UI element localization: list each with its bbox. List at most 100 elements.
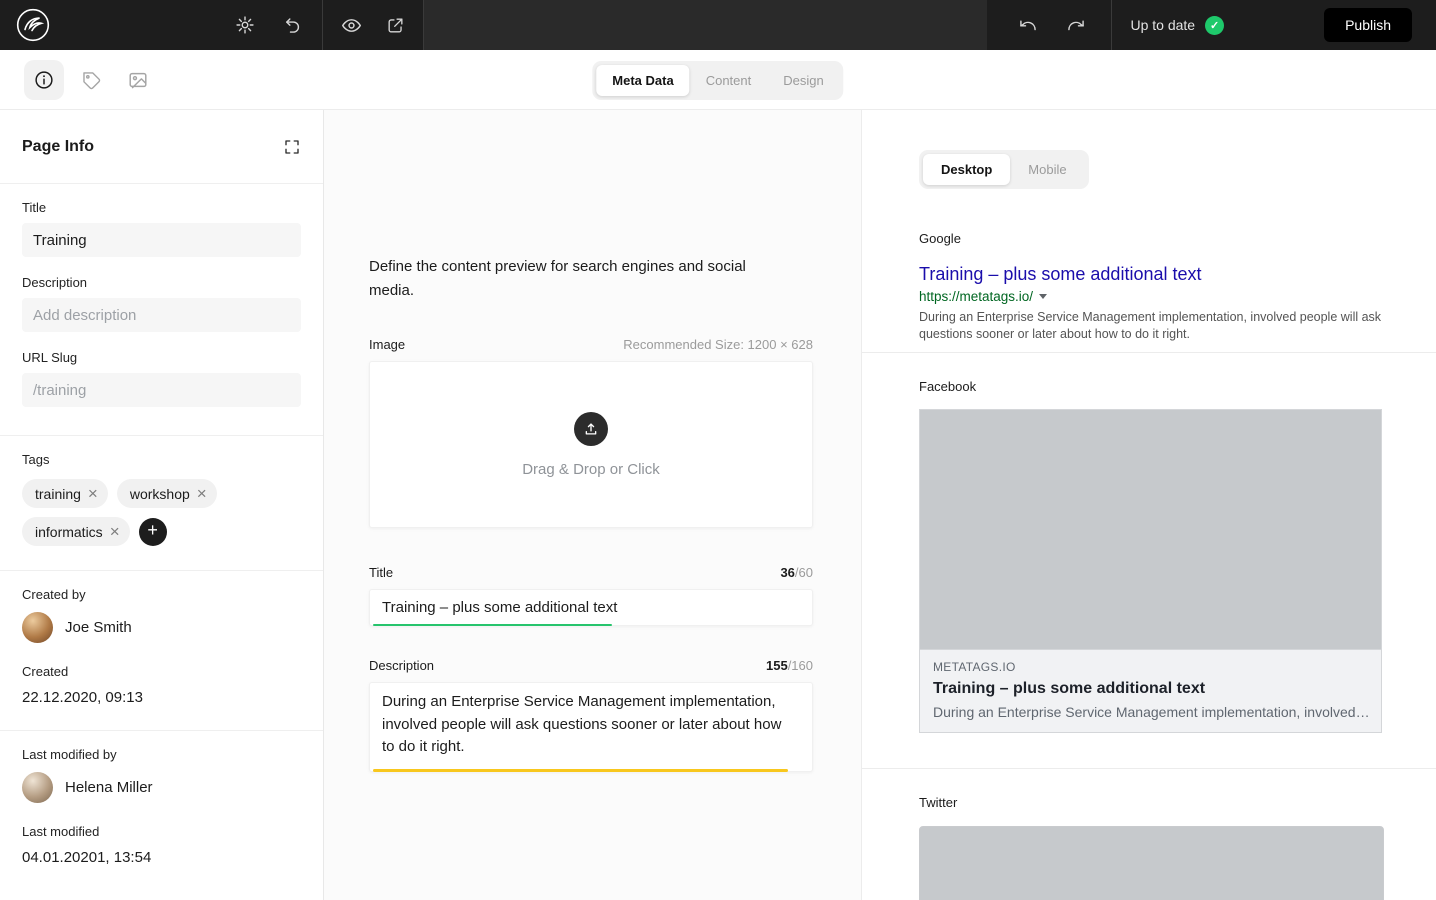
created-by-label: Created by xyxy=(22,587,301,602)
device-tab-desktop[interactable]: Desktop xyxy=(923,154,1010,185)
title-field-label: Title xyxy=(22,200,301,215)
twitter-preview-label: Twitter xyxy=(919,795,1436,810)
tab-meta-data[interactable]: Meta Data xyxy=(596,65,689,96)
tag-chip-label: informatics xyxy=(35,524,103,540)
description-progress-bar xyxy=(373,769,788,772)
page-title: Page Info xyxy=(22,138,94,156)
url-slug-label: URL Slug xyxy=(22,350,301,365)
url-slug-input[interactable] xyxy=(22,373,301,407)
description-char-limit: /160 xyxy=(788,658,813,673)
google-result-title[interactable]: Training – plus some additional text xyxy=(919,263,1436,285)
title-field-header: Title 36/60 xyxy=(369,565,813,580)
avatar xyxy=(22,612,53,643)
tag-chip-label: training xyxy=(35,486,81,502)
remove-tag-icon[interactable]: × xyxy=(197,485,207,502)
remove-tag-icon[interactable]: × xyxy=(88,485,98,502)
google-preview: Training – plus some additional text htt… xyxy=(919,263,1436,342)
created-by-person: Joe Smith xyxy=(22,612,301,643)
created-by-name: Joe Smith xyxy=(65,619,132,636)
toolbar-mode-icons xyxy=(24,60,158,100)
status-text: Up to date xyxy=(1130,17,1195,33)
app-logo-icon[interactable] xyxy=(16,8,50,42)
facebook-description: During an Enterprise Service Management … xyxy=(933,704,1370,720)
meta-description-field: During an Enterprise Service Management … xyxy=(369,682,813,772)
meta-description-label: Description xyxy=(369,658,434,673)
tag-icon[interactable] xyxy=(71,60,111,100)
modified-label: Last modified xyxy=(22,824,301,839)
sidebar-header: Page Info xyxy=(0,110,323,183)
meta-title-input[interactable] xyxy=(370,590,812,625)
add-tag-button[interactable]: + xyxy=(139,518,167,546)
image-size-hint: Recommended Size: 1200 × 628 xyxy=(623,337,813,352)
modified-by-name: Helena Miller xyxy=(65,779,153,796)
settings-gear-icon[interactable] xyxy=(232,12,258,38)
avatar xyxy=(22,772,53,803)
title-input[interactable] xyxy=(22,223,301,257)
facebook-title: Training – plus some additional text xyxy=(933,680,1368,698)
twitter-preview-card xyxy=(919,826,1384,900)
google-result-url: https://metatags.io/ xyxy=(919,289,1033,304)
expand-icon[interactable] xyxy=(283,138,301,156)
created-label: Created xyxy=(22,664,301,679)
google-result-description: During an Enterprise Service Management … xyxy=(919,309,1389,342)
sidebar-created-section: Created by Joe Smith Created 22.12.2020,… xyxy=(0,570,323,730)
redo-icon[interactable] xyxy=(1063,12,1089,38)
dropzone-text: Drag & Drop or Click xyxy=(522,461,660,478)
topbar-view-group xyxy=(323,0,423,50)
publish-button[interactable]: Publish xyxy=(1324,8,1412,42)
tag-chip-label: workshop xyxy=(130,486,190,502)
tab-design[interactable]: Design xyxy=(767,65,839,96)
content-tabs: Meta Data Content Design xyxy=(592,61,843,100)
device-toggle: Desktop Mobile xyxy=(919,150,1089,189)
content-area: Page Info Title Description URL Slug Tag… xyxy=(0,110,1436,900)
status-check-icon: ✓ xyxy=(1205,16,1224,35)
google-preview-label: Google xyxy=(919,231,1436,246)
description-field-header: Description 155/160 xyxy=(369,658,813,673)
topbar-divider xyxy=(1111,0,1112,50)
meta-title-label: Title xyxy=(369,565,393,580)
tag-chip[interactable]: workshop × xyxy=(117,479,217,508)
meta-title-field xyxy=(369,589,813,626)
sync-status: Up to date ✓ xyxy=(1130,16,1224,35)
preview-divider xyxy=(862,352,1436,353)
sidebar-fields-section: Title Description URL Slug xyxy=(0,183,323,435)
image-label: Image xyxy=(369,337,405,352)
modified-by-label: Last modified by xyxy=(22,747,301,762)
preview-panel: Desktop Mobile Google Training – plus so… xyxy=(862,110,1436,900)
editor-intro-text: Define the content preview for search en… xyxy=(369,255,769,303)
facebook-domain: METATAGS.IO xyxy=(933,660,1368,674)
description-field-label: Description xyxy=(22,275,301,290)
tag-chip[interactable]: training × xyxy=(22,479,108,508)
device-tab-mobile[interactable]: Mobile xyxy=(1010,154,1084,185)
tag-list: training × workshop × informatics × + xyxy=(22,479,301,546)
image-dropzone[interactable]: Drag & Drop or Click xyxy=(369,361,813,528)
upload-icon xyxy=(574,412,608,446)
sidebar-modified-section: Last modified by Helena Miller Last modi… xyxy=(0,730,323,890)
preview-eye-icon[interactable] xyxy=(338,12,364,38)
topbar-right: Up to date ✓ Publish xyxy=(987,0,1436,50)
facebook-preview-card: METATAGS.IO Training – plus some additio… xyxy=(919,409,1382,733)
image-icon[interactable] xyxy=(118,60,158,100)
page-info-sidebar: Page Info Title Description URL Slug Tag… xyxy=(0,110,324,900)
topbar-left xyxy=(0,0,322,50)
modified-timestamp: 04.01.20201, 13:54 xyxy=(22,849,301,866)
title-char-limit: /60 xyxy=(795,565,813,580)
editor-toolbar: Meta Data Content Design xyxy=(0,50,1436,110)
tab-content[interactable]: Content xyxy=(690,65,768,96)
undo-icon[interactable] xyxy=(1015,12,1041,38)
facebook-card-footer: METATAGS.IO Training – plus some additio… xyxy=(920,650,1381,732)
facebook-preview-label: Facebook xyxy=(919,379,1436,394)
title-char-count: 36/60 xyxy=(780,565,813,580)
title-char-current: 36 xyxy=(780,565,794,580)
modified-by-person: Helena Miller xyxy=(22,772,301,803)
description-input[interactable] xyxy=(22,298,301,332)
topbar: Up to date ✓ Publish xyxy=(0,0,1436,50)
chevron-down-icon[interactable] xyxy=(1039,294,1047,299)
preview-divider xyxy=(862,768,1436,769)
page-info-icon[interactable] xyxy=(24,60,64,100)
meta-description-input[interactable]: During an Enterprise Service Management … xyxy=(370,683,812,771)
remove-tag-icon[interactable]: × xyxy=(110,523,120,540)
tag-chip[interactable]: informatics × xyxy=(22,517,130,546)
open-external-icon[interactable] xyxy=(382,12,408,38)
revert-icon[interactable] xyxy=(280,12,306,38)
